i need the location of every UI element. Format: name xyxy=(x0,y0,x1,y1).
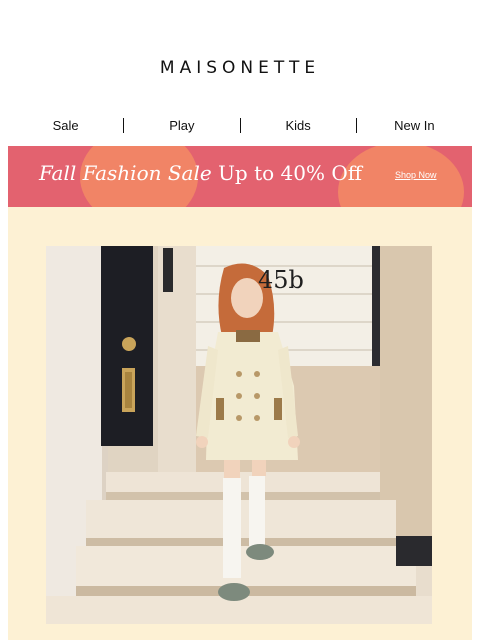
nav-item-sale[interactable]: Sale xyxy=(8,118,123,133)
banner-headline: Fall Fashion Sale Up to 40% Off xyxy=(39,161,362,185)
shop-now-link[interactable]: Shop Now xyxy=(395,170,437,180)
main-nav: Sale Play Kids New In xyxy=(8,114,472,136)
brand-logo[interactable]: MAISONETTE xyxy=(0,58,480,78)
hero-photo-illustration: 45b xyxy=(46,246,432,624)
nav-item-kids[interactable]: Kids xyxy=(241,118,356,133)
banner-headline-italic: Fall Fashion Sale xyxy=(39,161,212,185)
sale-banner[interactable]: Fall Fashion Sale Up to 40% Off Shop Now xyxy=(8,146,472,207)
banner-headline-offer: Up to 40% Off xyxy=(218,161,362,185)
hero-photo[interactable]: 45b xyxy=(46,246,432,624)
house-number-text: 45b xyxy=(258,266,304,294)
nav-item-new-in[interactable]: New In xyxy=(357,118,472,133)
nav-item-play[interactable]: Play xyxy=(124,118,239,133)
